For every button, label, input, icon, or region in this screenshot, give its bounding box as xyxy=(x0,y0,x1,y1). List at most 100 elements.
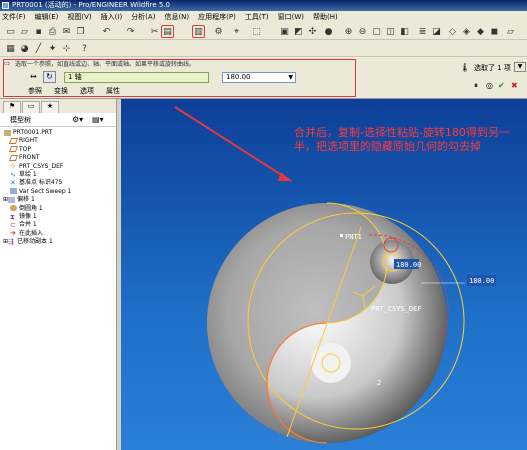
graphics-window[interactable]: PNT1 180.00 180.00 PRT_CSYS_DEF 2 合并后，复制… xyxy=(121,99,527,450)
tree-item[interactable]: ⊂ 合并 1 xyxy=(0,221,116,229)
undo-icon[interactable]: ↶ xyxy=(100,25,113,38)
tree-item[interactable]: 倒圆角 1 xyxy=(0,205,116,213)
save-icon[interactable]: ▪ xyxy=(32,25,45,38)
move-icon[interactable]: ↔ xyxy=(30,72,37,81)
tree-settings-icon[interactable]: ⚙▾ xyxy=(72,113,83,127)
model-setup-icon[interactable]: ▦ xyxy=(4,42,17,55)
context-help-icon[interactable]: ? xyxy=(78,42,91,55)
tree-item-label: 在此插入 xyxy=(19,229,44,237)
no-hidden-icon[interactable]: ◆ xyxy=(474,25,487,38)
angle-value-field[interactable]: 180.00 ▼ xyxy=(222,72,296,83)
preview-icon[interactable]: ◎ xyxy=(486,81,493,90)
model-tree-title: 模型树 xyxy=(10,116,31,124)
menu-tools[interactable]: 工具(T) xyxy=(245,11,269,23)
offset-icon xyxy=(8,196,16,203)
tree-item[interactable]: ✕ 基准点 标识475 xyxy=(0,179,116,187)
dim-label-1[interactable]: 180.00 xyxy=(396,261,421,269)
copy-icon[interactable]: ❐ xyxy=(74,25,87,38)
moved-copy-icon: ⇶ xyxy=(8,237,14,246)
dim-label-2[interactable]: 180.00 xyxy=(469,277,494,285)
tab-folder-browser[interactable]: ▭ xyxy=(22,101,40,113)
tree-item[interactable]: FRONT xyxy=(0,154,116,162)
tab-references[interactable]: 参照 xyxy=(28,86,42,96)
annotation-text: 合并后，复制-选择性粘贴-旋转180得到另一半，把选项里的隐藏原始几何的勾去掉 xyxy=(294,126,510,153)
cancel-x-icon[interactable]: ✖ xyxy=(511,81,518,90)
redo-icon[interactable]: ↷ xyxy=(124,25,137,38)
repaint-icon[interactable]: ▣ xyxy=(278,25,291,38)
tab-favorites[interactable]: ★ xyxy=(41,101,59,113)
apply-check-icon[interactable]: ✔ xyxy=(498,81,505,90)
csys-icon[interactable]: ⊹ xyxy=(60,42,73,55)
datum-point-icon[interactable]: ✦ xyxy=(46,42,59,55)
zoom-out-icon[interactable]: ⊖ xyxy=(356,25,369,38)
sketch-icon: ∿ xyxy=(10,170,16,179)
pause-icon[interactable]: ⏸ xyxy=(474,81,478,91)
tree-item[interactable]: ⧗ 镜像 1 xyxy=(0,213,116,221)
paste-icon[interactable]: ▤ xyxy=(161,25,174,38)
tree-item[interactable]: Var Sect Sweep 1 xyxy=(0,188,116,196)
selection-dropdown-icon[interactable]: ▼ xyxy=(514,62,526,72)
hidden-line-icon[interactable]: ◈ xyxy=(460,25,473,38)
saved-views-icon[interactable]: ◧ xyxy=(398,25,411,38)
open-folder-icon[interactable]: ▱ xyxy=(18,25,31,38)
window-title: PRT0001 (活动的) - Pro/ENGINEER Wildfire 5.… xyxy=(12,1,171,9)
tree-item-label: PRT0001.PRT xyxy=(13,129,53,136)
main-toolbar: ▭ ▱ ▪ ⎙ ✉ ❐ ↶ ↷ ✂ ▤ ▥ ⚙ ⌖ ⬚ ▣ ◩ ✣ ● ⊕ ⊖ … xyxy=(0,23,527,40)
round-icon xyxy=(10,205,17,212)
refit-icon[interactable]: ▢ xyxy=(370,25,383,38)
tree-item[interactable]: ⊞ 偏移 1 xyxy=(0,196,116,204)
menu-window[interactable]: 窗口(W) xyxy=(278,11,304,23)
title-bar: PRT0001 (活动的) - Pro/ENGINEER Wildfire 5.… xyxy=(0,0,527,11)
reorient-icon[interactable]: ◫ xyxy=(384,25,397,38)
wireframe-icon[interactable]: ◇ xyxy=(446,25,459,38)
datum-plane-icon xyxy=(8,137,19,144)
find-icon[interactable]: ⌖ xyxy=(230,25,243,38)
model-tree-header: 模型树 ⚙▾ ▤▾ xyxy=(0,113,116,127)
tab-properties[interactable]: 属性 xyxy=(106,86,120,96)
menu-edit[interactable]: 编辑(E) xyxy=(35,11,59,23)
annotation-arrow xyxy=(174,106,292,182)
tree-item-label: Var Sect Sweep 1 xyxy=(19,187,72,195)
email-icon[interactable]: ✉ xyxy=(60,25,73,38)
tree-item[interactable]: RIGHT xyxy=(0,137,116,145)
sphere-icon[interactable]: ● xyxy=(322,25,335,38)
menu-help[interactable]: 帮助(H) xyxy=(313,11,338,23)
orient-icon[interactable]: ◩ xyxy=(292,25,305,38)
tab-options[interactable]: 选项 xyxy=(80,86,94,96)
tree-item[interactable]: PRT0001.PRT xyxy=(0,129,116,137)
tree-item-label: PRT_CSYS_DEF xyxy=(19,162,64,170)
tree-item[interactable]: ⊹ PRT_CSYS_DEF xyxy=(0,163,116,171)
paste-special-icon[interactable]: ▥ xyxy=(192,25,205,38)
menu-info[interactable]: 信息(N) xyxy=(164,11,189,23)
shading-icon[interactable]: ◼ xyxy=(488,25,501,38)
pnt1-label: PNT1 xyxy=(345,233,362,241)
prompt-message: 选取一个参照，如直线或边、轴、平面或轴。如果平移或旋转曲线。 xyxy=(15,61,196,68)
zoom-in-icon[interactable]: ⊕ xyxy=(342,25,355,38)
menu-applications[interactable]: 应用程序(P) xyxy=(198,11,236,23)
menu-view[interactable]: 视图(V) xyxy=(67,11,91,23)
menu-analysis[interactable]: 分析(A) xyxy=(131,11,155,23)
spin-center-icon[interactable]: ✣ xyxy=(306,25,319,38)
layers-icon[interactable]: ≣ xyxy=(416,25,429,38)
tree-item[interactable]: ⊞⇶ 已移动副本 1 xyxy=(0,238,116,246)
tab-transform[interactable]: 变换 xyxy=(54,86,68,96)
rotate-icon[interactable]: ↻ xyxy=(43,71,56,83)
tab-model-tree[interactable]: ⚑ xyxy=(3,101,21,113)
tree-item[interactable]: TOP xyxy=(0,146,116,154)
cut-icon[interactable]: ✂ xyxy=(148,25,161,38)
tree-columns-icon[interactable]: ▤▾ xyxy=(92,113,104,127)
select-box-icon[interactable]: ⬚ xyxy=(250,25,263,38)
datum-axis-icon[interactable]: ╱ xyxy=(32,42,45,55)
chevron-down-icon[interactable]: ▼ xyxy=(288,73,293,82)
tree-item-label: 草绘 1 xyxy=(19,171,37,179)
menu-insert[interactable]: 插入(I) xyxy=(101,11,123,23)
datum-plane-icon[interactable]: ▱ xyxy=(504,25,517,38)
appearance-icon[interactable]: ◕ xyxy=(18,42,31,55)
regenerate-icon[interactable]: ⚙ xyxy=(212,25,225,38)
print-icon[interactable]: ⎙ xyxy=(46,25,59,38)
menu-file[interactable]: 文件(F) xyxy=(2,11,26,23)
view-manager-icon[interactable]: ◪ xyxy=(430,25,443,38)
new-file-icon[interactable]: ▭ xyxy=(4,25,17,38)
part-icon xyxy=(4,129,11,136)
axis-reference-field[interactable]: 1 轴 xyxy=(64,72,209,83)
